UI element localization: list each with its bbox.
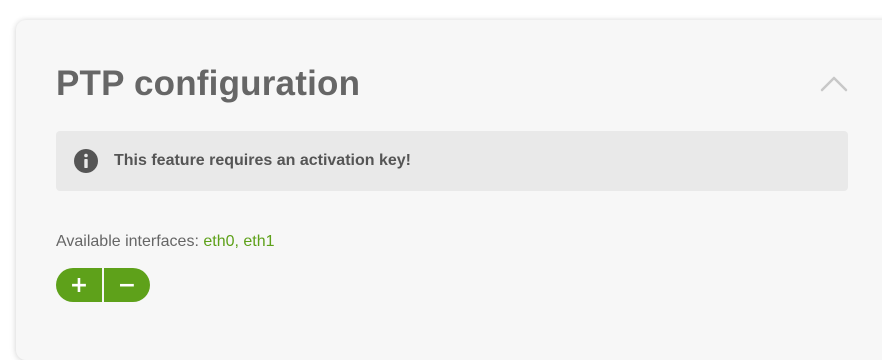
add-button[interactable]: +	[56, 268, 102, 302]
notice-text: This feature requires an activation key!	[114, 152, 411, 169]
collapse-button[interactable]	[816, 70, 852, 98]
add-remove-button-group: + −	[56, 268, 150, 302]
info-icon	[74, 149, 98, 173]
available-interfaces: Available interfaces: eth0, eth1	[56, 233, 275, 251]
activation-notice: This feature requires an activation key!	[56, 131, 848, 191]
ptp-configuration-panel: PTP configuration This feature requires …	[16, 20, 882, 360]
panel-title: PTP configuration	[56, 64, 361, 103]
remove-button[interactable]: −	[104, 268, 150, 302]
interfaces-list: eth0, eth1	[203, 233, 275, 250]
chevron-up-icon	[820, 76, 848, 92]
interfaces-label: Available interfaces:	[56, 233, 199, 250]
